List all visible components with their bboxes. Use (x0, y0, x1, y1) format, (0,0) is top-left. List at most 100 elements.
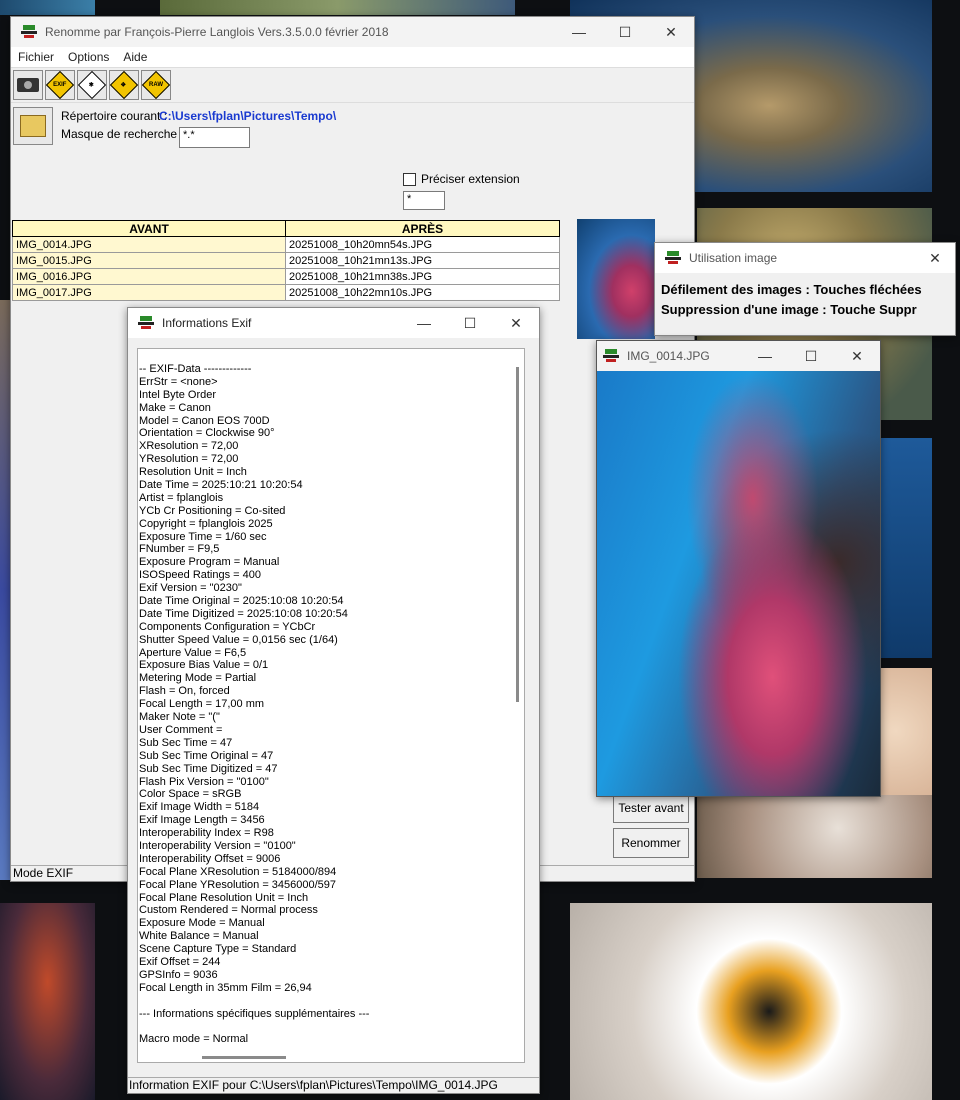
close-button[interactable]: ✕ (834, 341, 880, 371)
ext-checkbox[interactable] (403, 173, 416, 186)
close-button[interactable]: ✕ (493, 308, 539, 338)
exif-line: Aperture Value = F6,5 (139, 646, 247, 659)
exif-line: ErrStr = <none> (139, 375, 218, 388)
exif-line: Focal Plane Resolution Unit = Inch (139, 891, 309, 904)
usage-titlebar[interactable]: Utilisation image ✕ (655, 243, 955, 273)
gear-icon: ✱ (77, 70, 107, 100)
folder-icon (20, 115, 46, 137)
minimize-button[interactable]: — (401, 308, 447, 338)
exif-line: Scene Capture Type = Standard (139, 943, 297, 956)
exif-line: GPSInfo = 9036 (139, 968, 218, 981)
exif-line: Date Time Digitized = 2025:10:08 10:20:5… (139, 607, 348, 620)
exif-button[interactable]: EXIF (45, 70, 75, 100)
exif-line: Focal Length = 17,00 mm (139, 698, 265, 711)
usage-line-1: Défilement des images : Touches fléchées (661, 282, 922, 297)
menu-bar: Fichier Options Aide (11, 47, 694, 67)
exif-line: Focal Plane XResolution = 5184000/894 (139, 865, 337, 878)
desktop-photo (880, 438, 932, 658)
exif-line: YResolution = 72,00 (139, 453, 239, 466)
exif-line: Sub Sec Time Original = 47 (139, 749, 274, 762)
exif-line: Exif Image Width = 5184 (139, 801, 260, 814)
exif-line: Sub Sec Time Digitized = 47 (139, 762, 278, 775)
usage-window: Utilisation image ✕ Défilement des image… (654, 242, 956, 336)
exif-line: Copyright = fplanglois 2025 (139, 517, 273, 530)
desktop-photo (0, 903, 95, 1100)
col-avant[interactable]: AVANT (12, 220, 286, 237)
toolbar: EXIF ✱ ✥ RAW (11, 67, 694, 103)
underwater-photo[interactable] (597, 371, 880, 796)
exif-icon: EXIF (45, 70, 75, 100)
exif-line: Interoperability Version = "0100" (139, 839, 296, 852)
exif-line: Artist = fplanglois (139, 491, 224, 504)
app-icon (665, 251, 681, 265)
choose-folder-button[interactable] (13, 107, 53, 145)
mask-input[interactable]: *.* (179, 127, 250, 148)
dir-label: Répertoire courant : (61, 109, 168, 123)
exif-line: -- EXIF-Data ------------- (139, 363, 252, 375)
table-row[interactable]: IMG_0015.JPG 20251008_10h21mn13s.JPG (12, 252, 560, 269)
maximize-button[interactable]: ☐ (447, 308, 493, 338)
window-title: Renomme par François-Pierre Langlois Ver… (45, 25, 389, 39)
desktop-photo (570, 903, 932, 1100)
menu-fichier[interactable]: Fichier (11, 50, 61, 64)
exif-line: Exif Image Length = 3456 (139, 814, 265, 827)
app-icon (138, 316, 154, 330)
exif-line: User Comment = (139, 723, 223, 736)
table-row[interactable]: IMG_0014.JPG 20251008_10h20mn54s.JPG (12, 236, 560, 253)
settings-button[interactable]: ✱ (77, 70, 107, 100)
resize-button[interactable]: ✥ (109, 70, 139, 100)
exif-line: Interoperability Index = R98 (139, 827, 274, 840)
minimize-button[interactable]: — (556, 17, 602, 47)
camera-button[interactable] (13, 70, 43, 100)
image-titlebar[interactable]: IMG_0014.JPG — ☐ ✕ (597, 341, 880, 371)
desktop-photo (0, 0, 95, 15)
exif-line: Shutter Speed Value = 0,0156 sec (1/64) (139, 633, 338, 646)
exif-line: Flash = On, forced (139, 685, 230, 698)
exif-titlebar[interactable]: Informations Exif — ☐ ✕ (128, 308, 539, 338)
exif-line: Orientation = Clockwise 90° (139, 427, 275, 440)
exif-line: Model = Canon EOS 700D (139, 414, 270, 427)
ext-input[interactable]: * (403, 191, 445, 210)
exif-status-bar: Information EXIF pour C:\Users\fplan\Pic… (128, 1077, 539, 1093)
usage-line-2: Suppression d'une image : Touche Suppr (661, 302, 917, 317)
close-button[interactable]: ✕ (917, 243, 953, 273)
rename-button[interactable]: Renommer (613, 828, 689, 858)
table-row[interactable]: IMG_0017.JPG 20251008_10h22mn10s.JPG (12, 284, 560, 301)
exif-line: Interoperability Offset = 9006 (139, 852, 281, 865)
exif-line: Focal Length in 35mm Film = 26,94 (139, 981, 312, 994)
exif-line: Resolution Unit = Inch (139, 466, 247, 479)
exif-text-area[interactable]: -- EXIF-Data ------------- ErrStr = <none… (137, 348, 525, 1063)
menu-options[interactable]: Options (61, 50, 116, 64)
image-window: IMG_0014.JPG — ☐ ✕ (596, 340, 881, 797)
exif-line: Color Space = sRGB (139, 788, 242, 801)
exif-line: Maker Note = "(" (139, 711, 220, 724)
exif-line: --- Informations spécifiques supplémenta… (139, 1007, 370, 1020)
exif-line: Sub Sec Time = 47 (139, 736, 233, 749)
test-button[interactable]: Tester avant (613, 793, 689, 823)
table-row[interactable]: IMG_0016.JPG 20251008_10h21mn38s.JPG (12, 268, 560, 285)
exif-line: Custom Rendered = Normal process (139, 904, 318, 917)
exif-line: White Balance = Manual (139, 930, 259, 943)
exif-line: Focal Plane YResolution = 3456000/597 (139, 878, 337, 891)
maximize-button[interactable]: ☐ (602, 17, 648, 47)
app-icon (603, 349, 619, 363)
vertical-scrollbar[interactable] (516, 367, 519, 702)
maximize-button[interactable]: ☐ (788, 341, 834, 371)
main-titlebar[interactable]: Renomme par François-Pierre Langlois Ver… (11, 17, 694, 47)
menu-aide[interactable]: Aide (116, 50, 154, 64)
usage-title: Utilisation image (689, 251, 778, 265)
exif-line: Exif Offset = 244 (139, 955, 221, 968)
horizontal-scrollbar[interactable] (202, 1056, 286, 1059)
raw-button[interactable]: RAW (141, 70, 171, 100)
exif-line: XResolution = 72,00 (139, 440, 239, 453)
minimize-button[interactable]: — (742, 341, 788, 371)
ext-label: Préciser extension (421, 172, 520, 186)
exif-line: Exposure Mode = Manual (139, 917, 265, 930)
app-icon (21, 25, 37, 39)
thumbnail-preview[interactable] (577, 219, 655, 339)
arrows-icon: ✥ (109, 70, 139, 100)
close-button[interactable]: ✕ (648, 17, 694, 47)
exif-line: Metering Mode = Partial (139, 672, 257, 685)
col-apres[interactable]: APRÈS (285, 220, 560, 237)
exif-line: Exposure Time = 1/60 sec (139, 530, 267, 543)
